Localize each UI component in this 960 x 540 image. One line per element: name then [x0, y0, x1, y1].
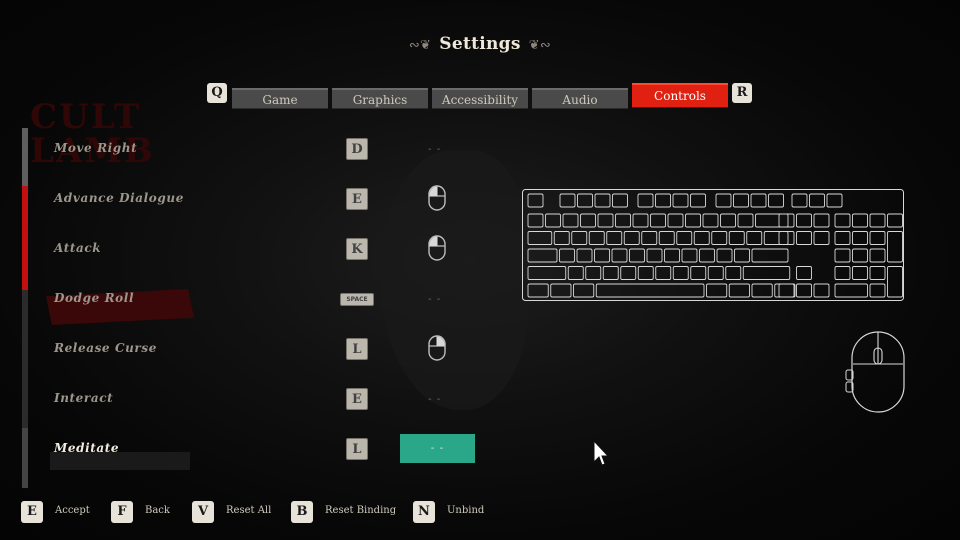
mouse-binding-meditate-selected[interactable]: - - — [400, 434, 475, 463]
reset-all-key[interactable]: V — [192, 501, 214, 523]
reset-all-label: Reset All — [226, 505, 272, 516]
scrollbar[interactable] — [22, 128, 28, 488]
action-interact[interactable]: Interact — [54, 391, 113, 405]
key-binding-release-curse[interactable]: L — [346, 338, 368, 360]
action-dodge-roll[interactable]: Dodge Roll — [54, 291, 134, 305]
ornament-right-icon: ❦∾ — [528, 38, 552, 53]
tab-audio[interactable]: Audio — [532, 88, 628, 109]
action-attack[interactable]: Attack — [54, 241, 101, 255]
mouse-binding-dodge-roll[interactable]: - - — [428, 294, 441, 305]
tab-accessibility[interactable]: Accessibility — [432, 88, 528, 109]
reset-binding-label: Reset Binding — [325, 505, 397, 516]
back-key[interactable]: F — [111, 501, 133, 523]
left-click-icon[interactable] — [428, 235, 446, 261]
tab-graphics[interactable]: Graphics — [332, 88, 428, 109]
page-title: ∾❦ Settings ❦∾ — [408, 34, 552, 54]
tab-game[interactable]: Game — [232, 88, 328, 109]
accept-label: Accept — [55, 505, 90, 516]
mouse-diagram-icon — [845, 331, 905, 413]
scrollbar-thumb[interactable] — [22, 186, 28, 290]
pointer-cursor-icon — [593, 440, 610, 466]
ornament-left-icon: ∾❦ — [408, 38, 432, 53]
key-binding-meditate[interactable]: L — [346, 438, 368, 460]
unbind-label: Unbind — [447, 505, 485, 516]
key-binding-interact[interactable]: E — [346, 388, 368, 410]
right-click-icon[interactable] — [428, 335, 446, 361]
action-release-curse[interactable]: Release Curse — [54, 341, 157, 355]
key-binding-move-right[interactable]: D — [346, 138, 368, 160]
unbind-key[interactable]: N — [413, 501, 435, 523]
mouse-binding-move-right[interactable]: - - — [428, 144, 441, 155]
tab-controls[interactable]: Controls — [632, 83, 728, 108]
action-move-right[interactable]: Move Right — [54, 141, 137, 155]
keyboard-diagram-icon — [522, 189, 904, 301]
back-label: Back — [145, 505, 170, 516]
faded-game-logo: CULT LAMB — [30, 97, 155, 171]
key-binding-dodge-roll[interactable]: SPACE — [340, 293, 374, 306]
accept-key[interactable]: E — [21, 501, 43, 523]
action-meditate[interactable]: Meditate — [54, 441, 119, 455]
reset-binding-key[interactable]: B — [291, 501, 313, 523]
action-advance-dialogue[interactable]: Advance Dialogue — [54, 191, 184, 205]
tab-next-key[interactable]: R — [732, 83, 752, 103]
key-binding-attack[interactable]: K — [346, 238, 368, 260]
key-binding-advance-dialogue[interactable]: E — [346, 188, 368, 210]
left-click-icon[interactable] — [428, 185, 446, 211]
tab-prev-key[interactable]: Q — [207, 83, 227, 103]
mouse-binding-interact[interactable]: - - — [428, 394, 441, 405]
